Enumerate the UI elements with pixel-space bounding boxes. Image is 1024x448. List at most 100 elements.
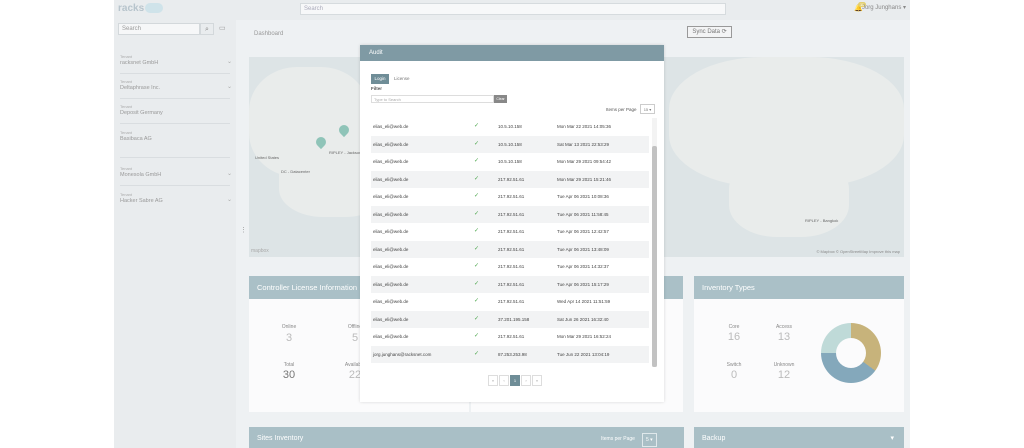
items-per-page-label: Items per Page <box>606 107 637 112</box>
divider <box>120 185 230 186</box>
sidebar-item-tenant-3[interactable]: Tenant Deposit Germany <box>120 104 232 116</box>
divider <box>120 73 230 74</box>
online-label: Online <box>281 324 297 330</box>
timestamp-cell: Tue Apr 06 2021 15:17:29 <box>557 281 609 287</box>
filter-input[interactable]: Type to Search <box>371 95 494 103</box>
tenant-name: Deltaphrase Inc. <box>120 85 161 91</box>
timestamp-cell: Mon Mar 29 2021 15:21:46 <box>557 176 612 182</box>
check-icon: ✓ <box>474 175 480 182</box>
clear-filter-button[interactable]: Clear <box>494 95 507 103</box>
table-row[interactable]: elias_eli@web.de ✓ 10.5.10.158 Mon Mar 29 2… <box>371 153 649 171</box>
check-icon: ✓ <box>474 123 480 129</box>
table-row[interactable]: elias_eli@web.de ✓ 217.92.51.61 Wed Apr 14 … <box>371 293 649 311</box>
backup-header[interactable]: Backup ▾ <box>694 427 904 448</box>
sidebar-item-tenant-4[interactable]: Tenant Basibaca AG <box>120 130 232 142</box>
user-cell: elias_eli@web.de <box>373 246 409 252</box>
first-page-button[interactable]: « <box>488 375 498 386</box>
table-row[interactable]: elias_eli@web.de ✓ 217.92.51.61 Tue Apr 06 … <box>371 205 649 223</box>
ip-cell: 37.201.195.158 <box>498 316 530 322</box>
map-label: United States <box>255 155 280 160</box>
map-land <box>729 157 849 237</box>
items-per-page-select[interactable]: 15 ▾ <box>640 104 655 114</box>
page-1-button[interactable]: 1 <box>510 375 520 386</box>
racks-logo[interactable]: racks <box>118 3 164 14</box>
audit-modal: Audit Login License Filter Type to Searc… <box>360 45 664 402</box>
user-cell: elias_eli@web.de <box>373 141 409 147</box>
total-label: Total <box>283 362 295 368</box>
folder-icon[interactable]: ▭ <box>219 24 226 32</box>
sidebar-search-input[interactable]: Search <box>118 23 200 35</box>
tab-license[interactable]: License <box>394 74 410 84</box>
chevron-down-icon[interactable]: ⌄ <box>227 58 232 65</box>
inventory-donut-chart[interactable] <box>821 323 881 383</box>
timestamp-cell: Sat Mar 13 2021 22:53:29 <box>557 141 610 147</box>
next-page-button[interactable]: › <box>521 375 531 386</box>
user-cell: elias_eli@web.de <box>373 316 409 322</box>
chevron-down-icon[interactable]: ⌄ <box>227 83 232 90</box>
logo-text: racks <box>118 3 145 14</box>
divider <box>120 157 230 158</box>
sidebar-item-tenant-6[interactable]: Tenant Hacker Sabre AG ⌄ <box>120 192 232 204</box>
top-bar: racks Search 🔔 11 Jorg Junghans ▾ <box>114 0 910 20</box>
table-row[interactable]: elias_eli@web.de ✓ 37.201.195.158 Sat Jun 2… <box>371 310 649 328</box>
user-cell: elias_eli@web.de <box>373 211 409 217</box>
total-value: 30 <box>282 369 296 381</box>
table-row[interactable]: elias_eli@web.de ✓ 10.5.10.158 Mon Mar 22 2… <box>371 118 649 136</box>
timestamp-cell: Mon Mar 22 2021 14:05:36 <box>557 124 612 129</box>
ip-cell: 217.92.51.61 <box>498 176 525 182</box>
sidebar-item-tenant-2[interactable]: Tenant Deltaphrase Inc. ⌄ <box>120 79 232 91</box>
check-icon: ✓ <box>474 210 480 217</box>
timestamp-cell: Tue Apr 06 2021 10:08:36 <box>557 194 609 199</box>
user-cell: elias_eli@web.de <box>373 124 409 129</box>
chevron-down-icon[interactable]: ⌄ <box>227 170 232 177</box>
timestamp-cell: Tue Apr 06 2021 13:48:09 <box>557 246 609 252</box>
table-row[interactable]: elias_eli@web.de ✓ 217.92.51.61 Mon Mar 29 … <box>371 328 649 346</box>
unknown-value: 12 <box>777 369 791 381</box>
chevron-down-icon[interactable]: ⌄ <box>227 196 232 203</box>
user-cell: elias_eli@web.de <box>373 299 409 304</box>
sidebar-item-tenant-5[interactable]: Tenant Monesola GmbH ⌄ <box>120 166 232 178</box>
sidebar-item-tenant-1[interactable]: Tenant racksnet GmbH ⌄ <box>120 54 232 66</box>
online-value: 3 <box>285 332 293 344</box>
table-row[interactable]: elias_eli@web.de ✓ 217.92.51.61 Tue Apr 06 … <box>371 240 649 258</box>
items-per-page-label: Items per Page <box>601 436 635 442</box>
divider <box>120 123 230 124</box>
prev-page-button[interactable]: ‹ <box>499 375 509 386</box>
table-row[interactable]: elias_eli@web.de ✓ 217.92.51.61 Tue Apr 06 … <box>371 223 649 241</box>
access-value: 13 <box>777 331 791 343</box>
table-row[interactable]: jorg.junghans@racksnet.com ✓ 87.253.253.98… <box>371 345 649 363</box>
last-page-button[interactable]: » <box>532 375 542 386</box>
scrollbar-thumb[interactable] <box>652 146 657 367</box>
table-row[interactable]: elias_eli@web.de ✓ 10.5.10.158 Sat Mar 13 2… <box>371 135 649 153</box>
table-row[interactable]: elias_eli@web.de ✓ 217.92.51.61 Tue Apr 06 … <box>371 188 649 206</box>
core-label: Core <box>728 324 740 330</box>
user-cell: elias_eli@web.de <box>373 229 409 234</box>
tab-login[interactable]: Login <box>371 74 389 84</box>
ip-cell: 217.92.51.61 <box>498 299 525 304</box>
timestamp-cell: Sat Jun 26 2021 16:32:40 <box>557 316 609 322</box>
user-cell: elias_eli@web.de <box>373 194 409 199</box>
global-search-input[interactable]: Search <box>300 3 726 15</box>
map-attribution[interactable]: © Mapbox © OpenStreetMap Improve this ma… <box>817 249 901 254</box>
user-cell: jorg.junghans@racksnet.com <box>373 351 432 357</box>
items-per-page-select[interactable]: 5 ▾ <box>642 433 657 447</box>
mapbox-logo[interactable]: mapbox <box>251 248 269 254</box>
ip-cell: 217.92.51.61 <box>498 194 525 199</box>
ip-cell: 217.92.51.61 <box>498 246 525 252</box>
user-menu[interactable]: Jorg Junghans ▾ <box>862 4 906 11</box>
sync-data-button[interactable]: Sync Data ⟳ <box>687 26 732 38</box>
chevron-down-icon[interactable]: ▾ <box>890 427 894 448</box>
user-cell: elias_eli@web.de <box>373 334 409 339</box>
ip-cell: 217.92.51.61 <box>498 264 525 269</box>
ip-cell: 10.5.10.158 <box>498 124 522 129</box>
check-icon: ✓ <box>474 280 480 287</box>
check-icon: ✓ <box>474 228 480 234</box>
resize-handle[interactable]: ⋮ <box>240 226 247 234</box>
table-row[interactable]: elias_eli@web.de ✓ 217.92.51.61 Mon Mar 29 … <box>371 170 649 188</box>
table-row[interactable]: elias_eli@web.de ✓ 217.92.51.61 Tue Apr 06 … <box>371 275 649 293</box>
check-icon: ✓ <box>474 158 480 164</box>
table-row[interactable]: elias_eli@web.de ✓ 217.92.51.61 Tue Apr 06 … <box>371 258 649 276</box>
search-icon[interactable]: ⌕ <box>200 23 214 35</box>
panel-title: Sites Inventory <box>257 435 304 442</box>
ip-cell: 10.5.10.158 <box>498 141 522 147</box>
